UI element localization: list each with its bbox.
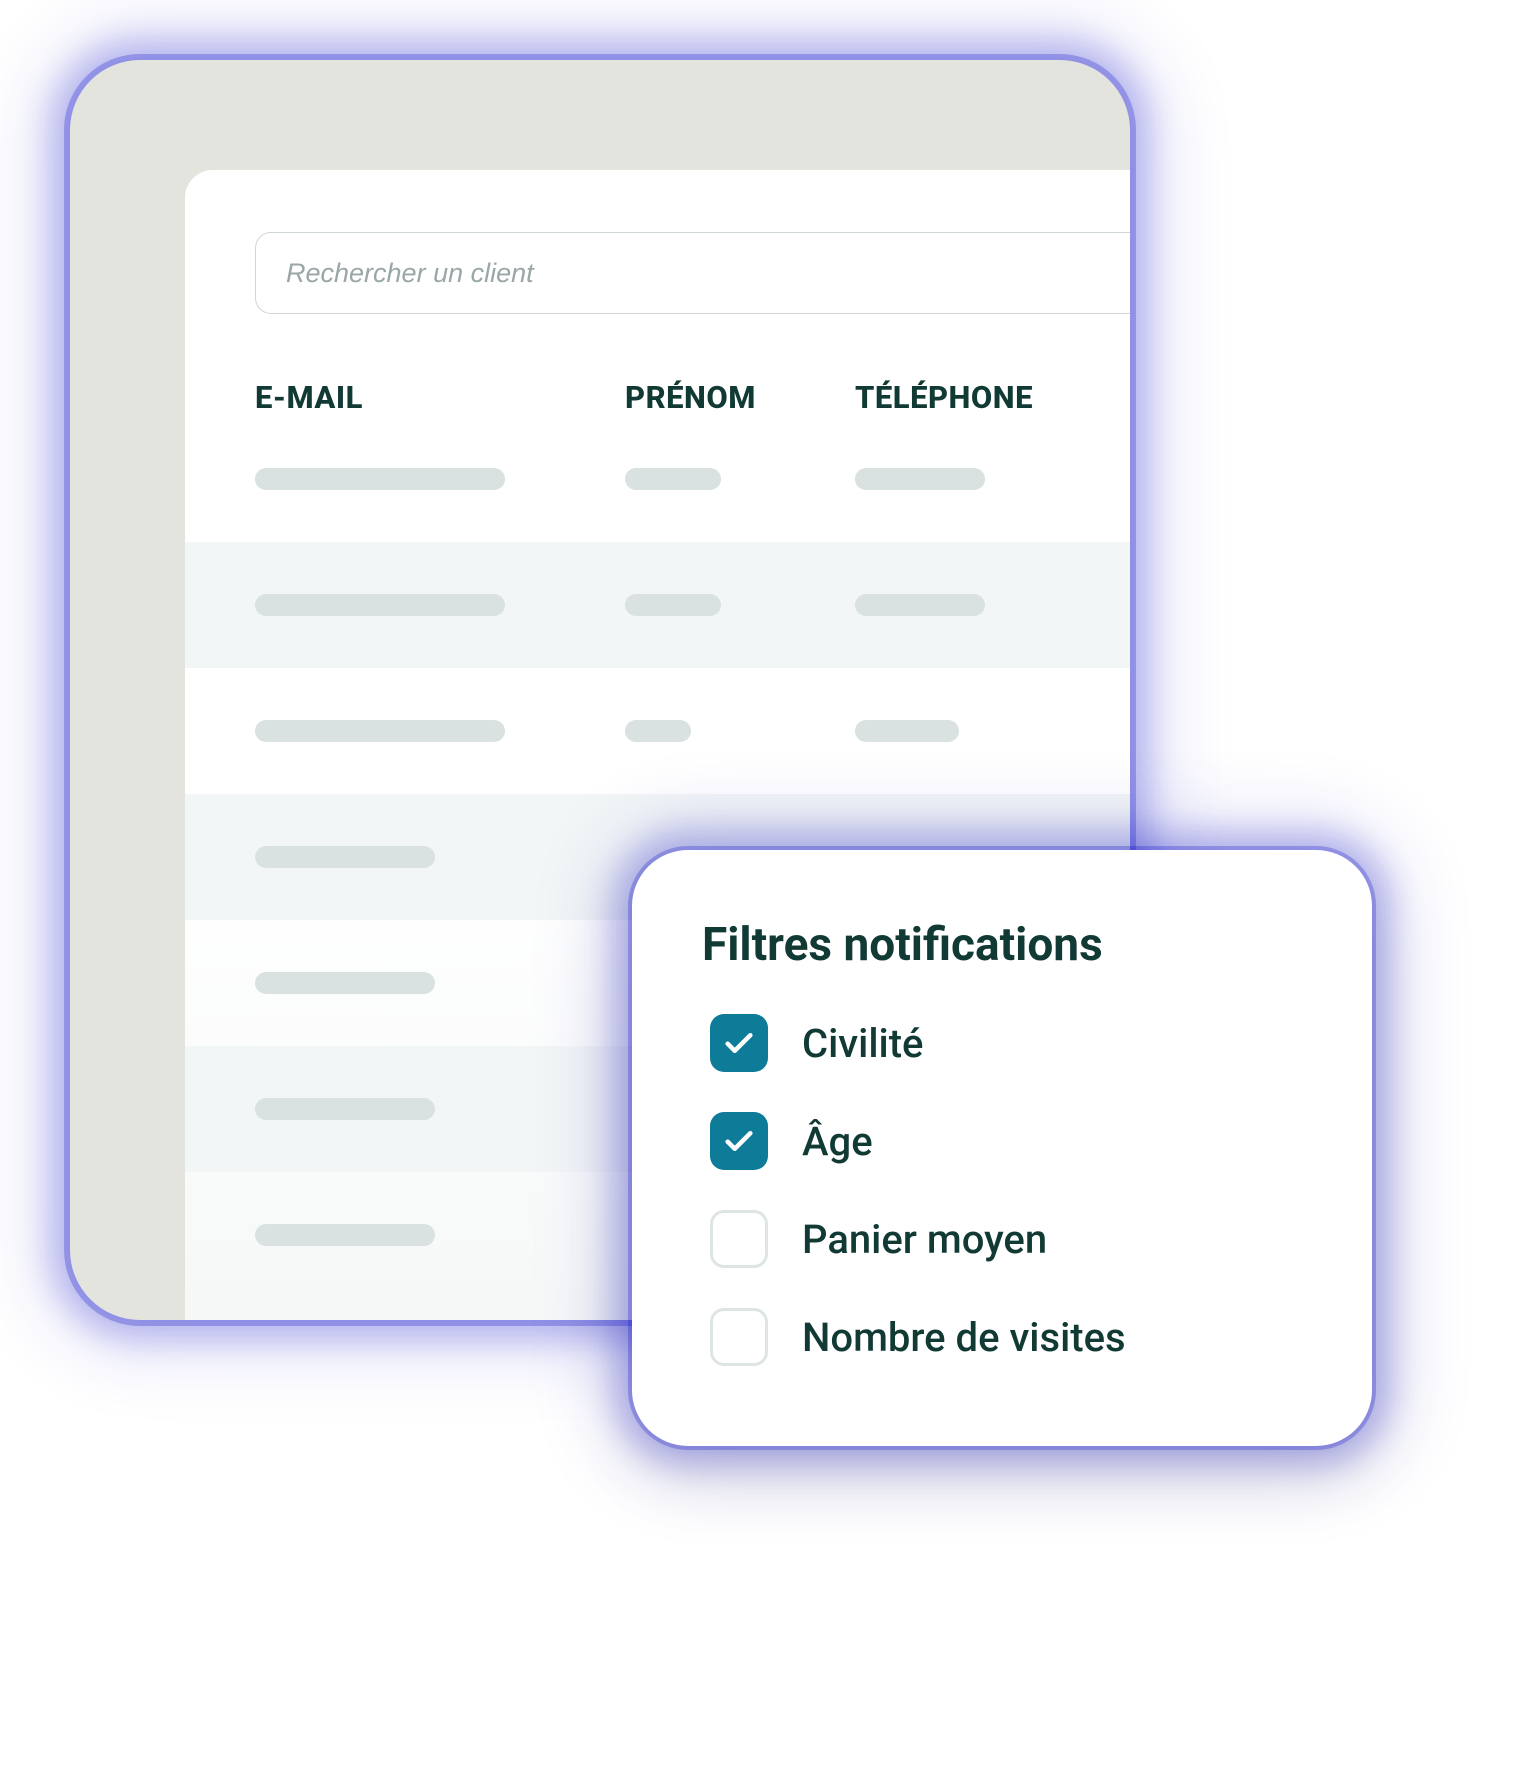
checkbox-unchecked-icon[interactable] (710, 1308, 768, 1366)
filter-label: Nombre de visites (802, 1314, 1126, 1361)
filter-label: Civilité (802, 1020, 923, 1067)
table-row[interactable] (185, 542, 1130, 668)
filters-popover: Filtres notifications Civilité Âge Panie… (632, 850, 1372, 1446)
skeleton-cell (255, 1098, 435, 1120)
column-header-phone: TÉLÉPHONE (855, 379, 1125, 416)
checkbox-checked-icon[interactable] (710, 1112, 768, 1170)
filter-option-panier-moyen[interactable]: Panier moyen (710, 1210, 1302, 1268)
filter-option-civilite[interactable]: Civilité (710, 1014, 1302, 1072)
column-header-prenom: PRÉNOM (625, 379, 855, 416)
skeleton-cell (255, 846, 435, 868)
checkbox-checked-icon[interactable] (710, 1014, 768, 1072)
skeleton-cell (255, 594, 505, 616)
filter-label: Panier moyen (802, 1216, 1047, 1263)
skeleton-cell (625, 468, 721, 490)
skeleton-cell (255, 972, 435, 994)
skeleton-cell (855, 468, 985, 490)
skeleton-cell (625, 594, 721, 616)
search-input[interactable] (255, 232, 1130, 314)
filter-option-nombre-visites[interactable]: Nombre de visites (710, 1308, 1302, 1366)
checkbox-unchecked-icon[interactable] (710, 1210, 768, 1268)
table-row[interactable] (185, 668, 1130, 794)
column-header-email: E-MAIL (255, 379, 625, 416)
skeleton-cell (855, 720, 959, 742)
table-row[interactable] (185, 416, 1130, 542)
filter-option-age[interactable]: Âge (710, 1112, 1302, 1170)
skeleton-cell (255, 468, 505, 490)
table-header: E-MAIL PRÉNOM TÉLÉPHONE (185, 362, 1130, 416)
filters-title: Filtres notifications (702, 918, 1302, 972)
skeleton-cell (255, 720, 505, 742)
skeleton-cell (625, 720, 691, 742)
skeleton-cell (855, 594, 985, 616)
skeleton-cell (255, 1224, 435, 1246)
filter-label: Âge (802, 1118, 873, 1165)
